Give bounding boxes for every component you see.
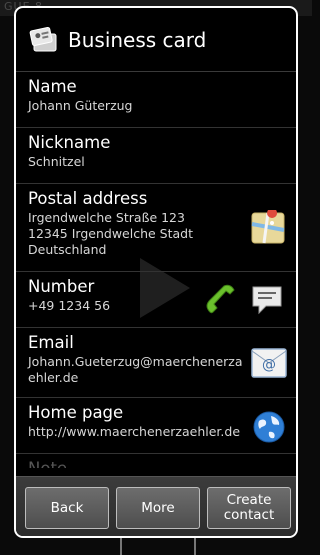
field-row-email[interactable]: Email Johann.Gueterzug@maerchenerza ehle… [16, 328, 296, 398]
business-card-dialog: Business card Name Johann Güterzug Nickn… [14, 6, 298, 538]
field-value: Schnitzel [28, 154, 85, 169]
field-row-postal-address[interactable]: Postal address Irgendwelche Straße 123 1… [16, 184, 296, 272]
more-button-label: More [141, 499, 175, 516]
field-row-note[interactable]: Note [16, 454, 296, 468]
globe-icon[interactable] [252, 410, 286, 444]
back-button[interactable]: Back [25, 487, 109, 529]
dialog-header: Business card [16, 8, 296, 72]
button-bar: Back More Create contact [16, 476, 296, 536]
field-row-nickname[interactable]: Nickname Schnitzel [16, 128, 296, 184]
create-contact-label-line1: Create [226, 492, 272, 508]
field-label: Nickname [28, 133, 111, 152]
contact-field-list[interactable]: Name Johann Güterzug Nickname Schnitzel … [16, 72, 296, 468]
create-contact-button[interactable]: Create contact [207, 487, 291, 529]
more-button[interactable]: More [116, 487, 200, 529]
map-icon[interactable] [250, 210, 286, 246]
field-row-home-page[interactable]: Home page http://www.maerchenerzaehler.d… [16, 398, 296, 454]
field-value: Johann Güterzug [28, 98, 133, 113]
back-button-label: Back [50, 499, 84, 516]
email-icon[interactable]: @ [250, 346, 288, 380]
svg-text:@: @ [262, 357, 276, 373]
field-row-number[interactable]: Number +49 1234 56 [16, 272, 296, 328]
message-icon[interactable] [250, 284, 284, 316]
field-row-name[interactable]: Name Johann Güterzug [16, 72, 296, 128]
field-label: Postal address [28, 189, 148, 208]
phone-call-icon[interactable] [202, 282, 238, 318]
dialog-title: Business card [68, 27, 207, 52]
create-contact-label-line2: contact [223, 507, 275, 523]
business-card-icon [29, 26, 57, 51]
field-label: Note [28, 458, 296, 468]
field-label: Name [28, 77, 77, 96]
